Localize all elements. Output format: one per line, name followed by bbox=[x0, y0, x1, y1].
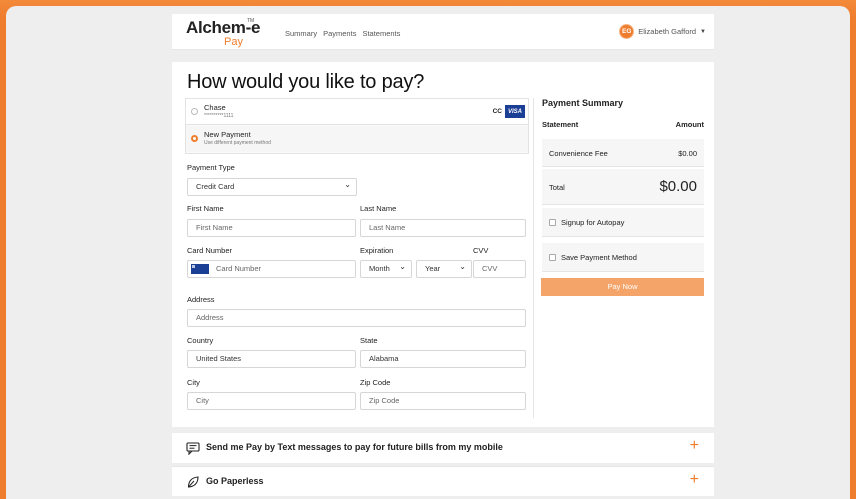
page-title: How would you like to pay? bbox=[187, 71, 425, 93]
paperless-label: Go Paperless bbox=[206, 476, 264, 486]
top-header: Alchem-e TM Pay Summary Payments Stateme… bbox=[172, 14, 714, 50]
caret-down-icon: ▼ bbox=[700, 28, 706, 35]
state-select[interactable]: Alabama bbox=[360, 350, 526, 368]
radio-saved-method[interactable] bbox=[191, 108, 198, 115]
autopay-label: Signup for Autopay bbox=[561, 218, 625, 227]
nav-payments[interactable]: Payments bbox=[323, 29, 356, 38]
app-panel: Alchem-e TM Pay Summary Payments Stateme… bbox=[6, 6, 850, 499]
column-divider bbox=[533, 98, 534, 418]
summary-title: Payment Summary bbox=[542, 98, 624, 108]
paperless-row[interactable]: Go Paperless + bbox=[172, 466, 714, 496]
address-input[interactable]: Address bbox=[187, 309, 526, 327]
saved-method-type: CC bbox=[492, 108, 502, 115]
new-payment-row[interactable]: New Payment Use different payment method bbox=[186, 126, 528, 152]
state-label: State bbox=[360, 336, 378, 345]
total-row: Total $0.00 bbox=[542, 169, 704, 205]
visa-icon: VISA bbox=[505, 105, 525, 118]
user-name: Elizabeth Gafford bbox=[638, 27, 697, 36]
logo[interactable]: Alchem-e TM Pay bbox=[186, 18, 266, 50]
expiration-year-select[interactable]: Year bbox=[416, 259, 472, 278]
fee-label: Convenience Fee bbox=[549, 149, 608, 158]
save-method-label: Save Payment Method bbox=[561, 253, 637, 262]
payment-type-label: Payment Type bbox=[187, 163, 235, 172]
expiration-month-select[interactable]: Month bbox=[360, 259, 412, 278]
total-label: Total bbox=[549, 183, 565, 192]
summary-col-statement: Statement bbox=[542, 120, 579, 129]
expand-pay-by-text-icon[interactable]: + bbox=[690, 438, 699, 454]
convenience-fee-row: Convenience Fee $0.00 bbox=[542, 139, 704, 167]
save-method-checkbox[interactable] bbox=[549, 254, 556, 261]
autopay-row[interactable]: Signup for Autopay bbox=[542, 208, 704, 237]
cvv-input[interactable]: CVV bbox=[473, 260, 526, 278]
payment-card: How would you like to pay? Chase *******… bbox=[172, 62, 714, 427]
pay-now-button[interactable]: Pay Now bbox=[541, 278, 704, 296]
message-icon bbox=[186, 442, 200, 455]
nav-summary[interactable]: Summary bbox=[285, 29, 317, 38]
country-label: Country bbox=[187, 336, 214, 345]
payment-type-select[interactable]: Credit Card bbox=[187, 177, 357, 196]
city-input[interactable]: City bbox=[187, 392, 356, 410]
main-nav: Summary Payments Statements bbox=[285, 29, 400, 38]
expiration-label: Expiration bbox=[360, 246, 394, 255]
last-name-input[interactable]: Last Name bbox=[360, 219, 526, 237]
saved-method-row[interactable]: Chase **********1111 CC VISA bbox=[186, 99, 528, 125]
saved-method-name: Chase bbox=[204, 103, 226, 112]
card-number-input[interactable]: Card Number bbox=[187, 260, 356, 278]
nav-statements[interactable]: Statements bbox=[362, 29, 400, 38]
logo-tm: TM bbox=[247, 18, 255, 24]
new-payment-name: New Payment bbox=[204, 130, 251, 139]
save-method-row[interactable]: Save Payment Method bbox=[542, 243, 704, 272]
address-label: Address bbox=[187, 295, 215, 304]
pay-by-text-row[interactable]: Send me Pay by Text messages to pay for … bbox=[172, 433, 714, 463]
expand-paperless-icon[interactable]: + bbox=[690, 472, 699, 488]
user-menu[interactable]: EG Elizabeth Gafford ▼ bbox=[619, 24, 706, 39]
saved-method-masked: **********1111 bbox=[204, 113, 234, 119]
total-value: $0.00 bbox=[659, 178, 697, 195]
avatar: EG bbox=[619, 24, 635, 39]
card-number-label: Card Number bbox=[187, 246, 233, 255]
fee-value: $0.00 bbox=[678, 149, 697, 158]
first-name-label: First Name bbox=[187, 204, 224, 213]
summary-col-amount: Amount bbox=[675, 120, 704, 129]
country-select[interactable]: United States bbox=[187, 350, 356, 368]
radio-new-payment[interactable] bbox=[191, 135, 198, 142]
zip-input[interactable]: Zip Code bbox=[360, 392, 526, 410]
cvv-label: CVV bbox=[473, 246, 489, 255]
zip-label: Zip Code bbox=[360, 378, 391, 387]
leaf-icon bbox=[187, 476, 199, 488]
card-brand-icon bbox=[191, 264, 209, 274]
last-name-label: Last Name bbox=[360, 204, 397, 213]
city-label: City bbox=[187, 378, 200, 387]
first-name-input[interactable]: First Name bbox=[187, 219, 356, 237]
card-number-placeholder: Card Number bbox=[216, 264, 262, 273]
payment-method-selector: Chase **********1111 CC VISA New Payment… bbox=[185, 98, 529, 154]
pay-by-text-label: Send me Pay by Text messages to pay for … bbox=[206, 442, 503, 452]
new-payment-sub: Use different payment method bbox=[204, 140, 271, 146]
autopay-checkbox[interactable] bbox=[549, 219, 556, 226]
logo-sub-text: Pay bbox=[224, 36, 243, 48]
